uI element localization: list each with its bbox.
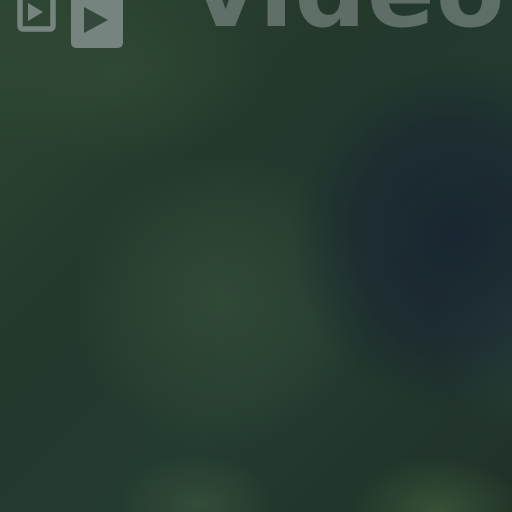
play-icon[interactable] bbox=[17, 0, 56, 35]
video-screen: video bbox=[0, 0, 512, 512]
play-icon[interactable] bbox=[69, 0, 125, 50]
video-wordmark: video bbox=[193, 0, 506, 42]
